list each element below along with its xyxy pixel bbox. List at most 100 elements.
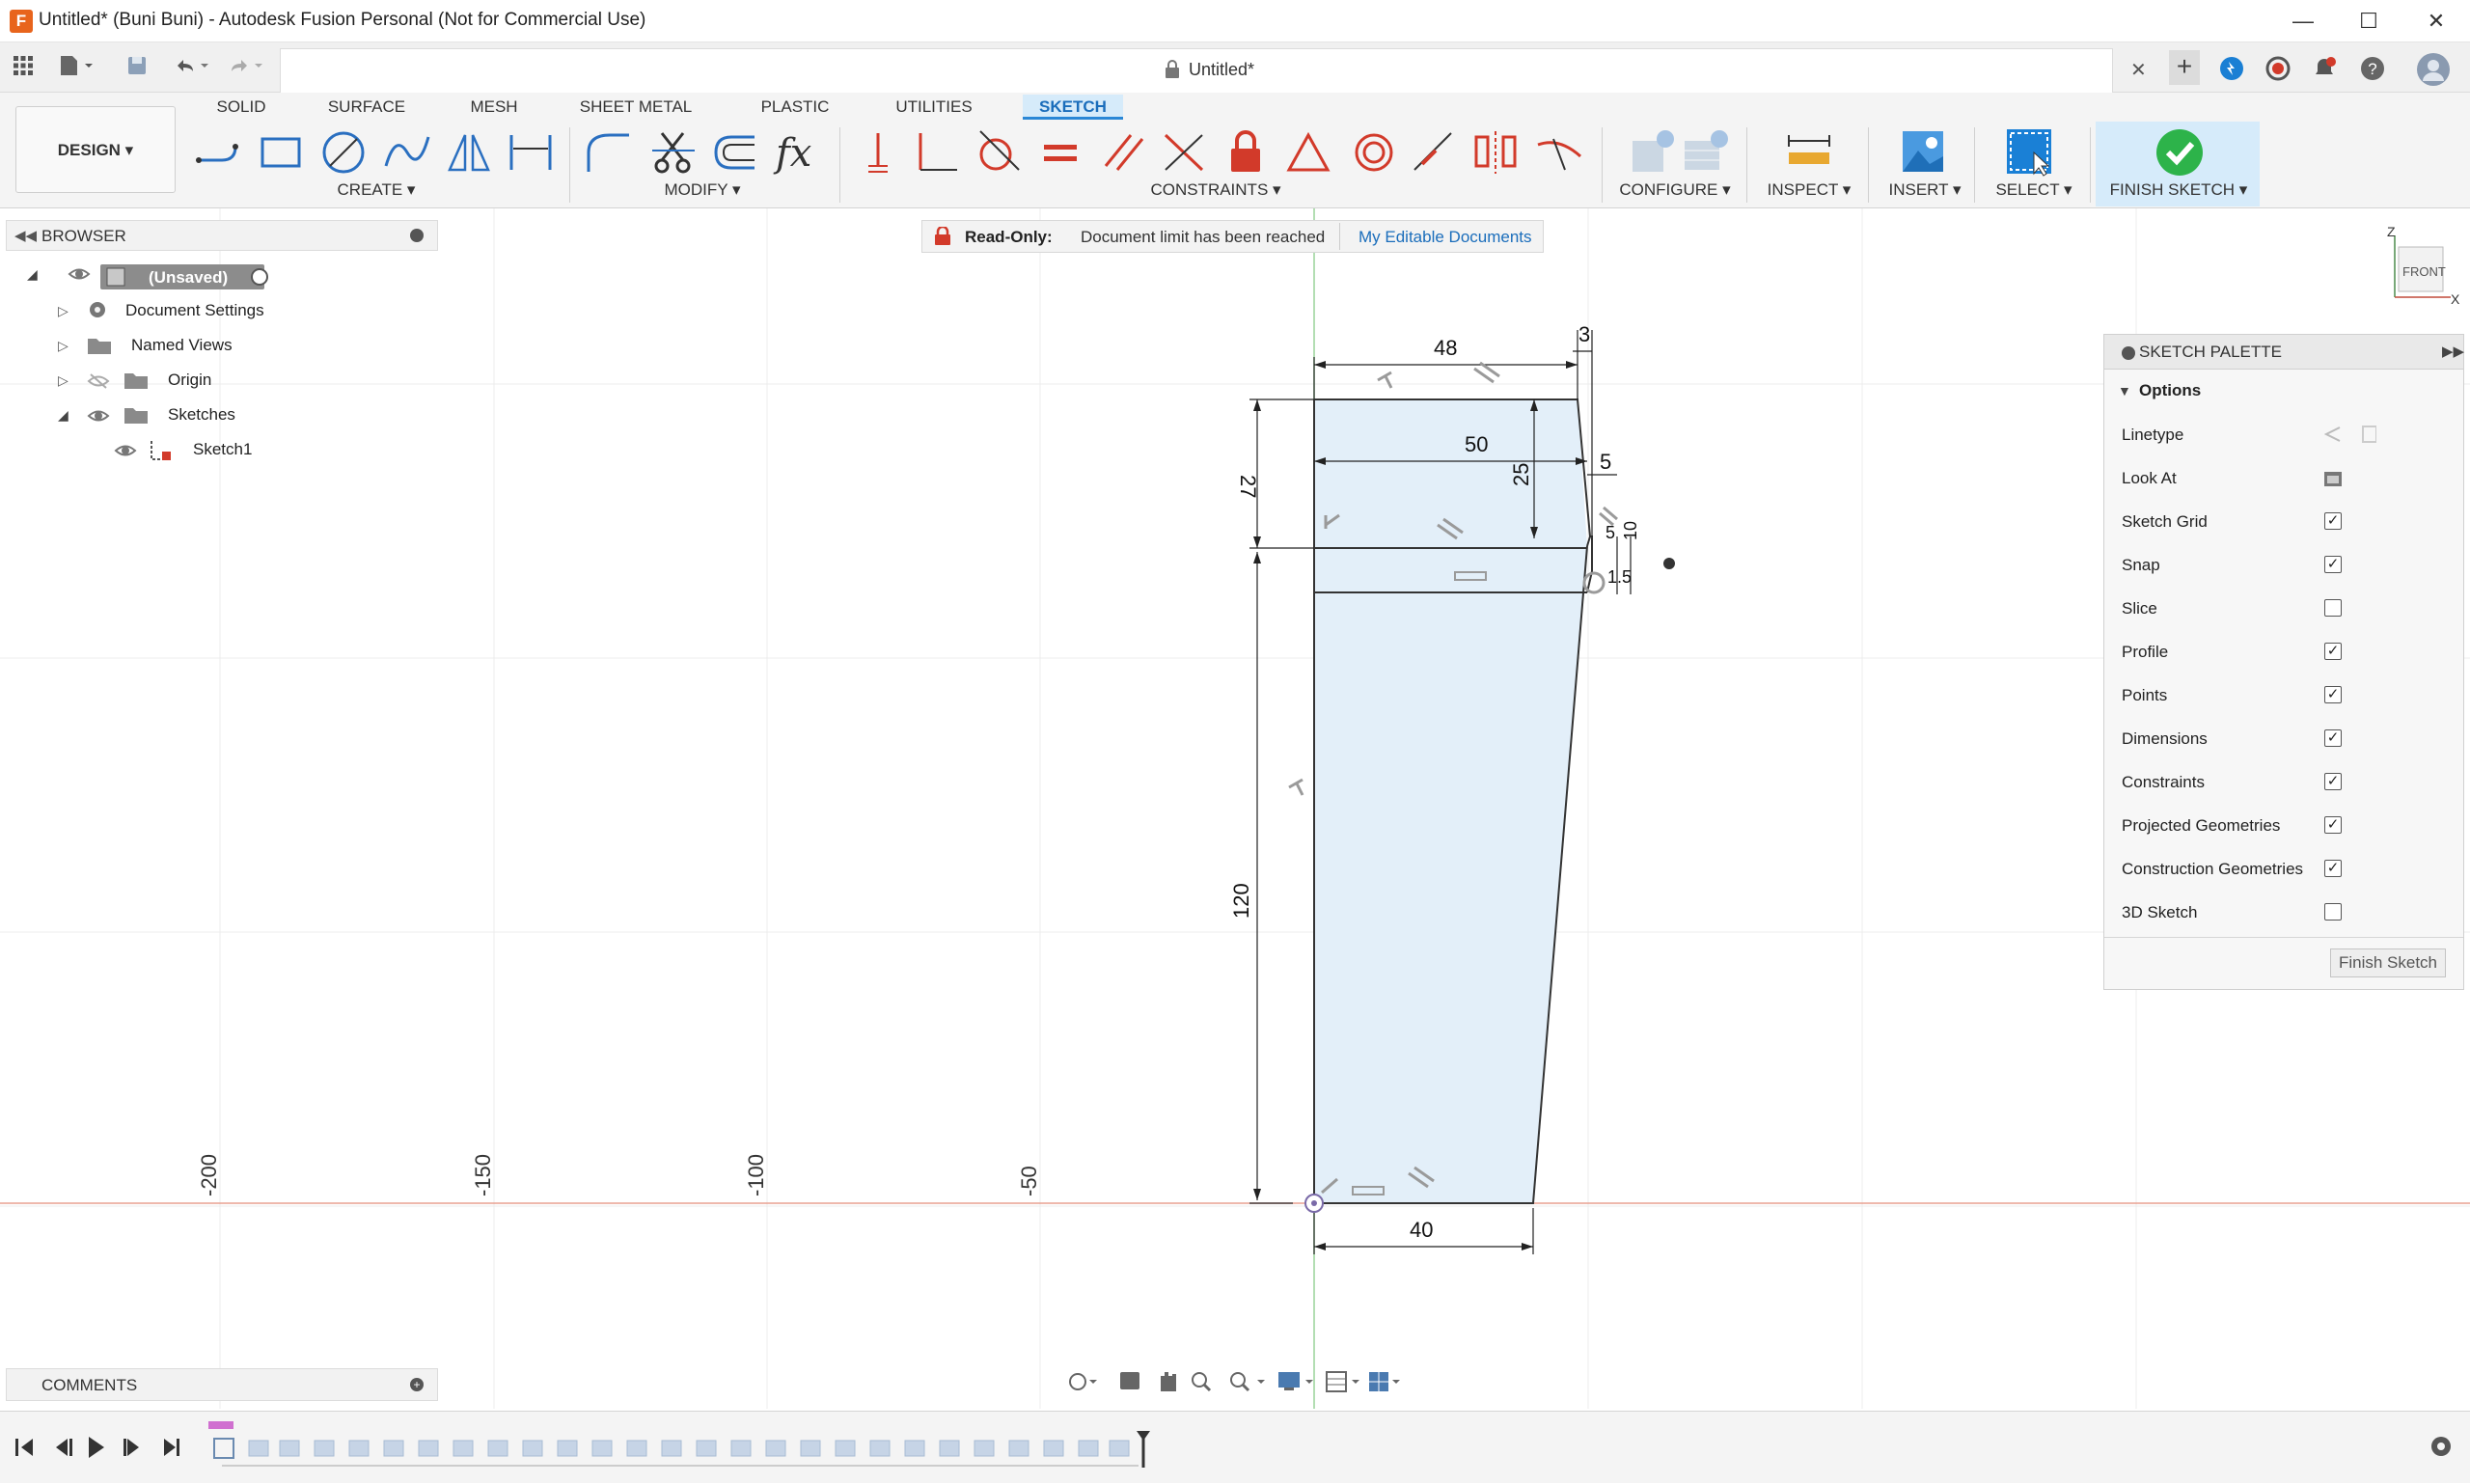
insert-menu[interactable]: INSERT ▾	[1881, 180, 1968, 200]
visibility-eye-icon[interactable]	[68, 263, 91, 289]
points-checkbox[interactable]: ✓	[2324, 686, 2342, 703]
tangent-constraint-icon[interactable]	[973, 127, 1023, 178]
finish-sketch-check-icon[interactable]	[2154, 127, 2205, 182]
sketch-palette-header[interactable]: SKETCH PALETTE ▶▶	[2104, 335, 2464, 370]
tab-sheet-metal[interactable]: SHEET METAL	[573, 95, 699, 120]
trim-tool-icon[interactable]	[648, 127, 699, 178]
maximize-button[interactable]: ☐	[2346, 6, 2391, 37]
dimension-left-top-height[interactable]: 27	[1235, 475, 1260, 498]
mirror-tool-icon[interactable]	[444, 127, 494, 178]
options-section-title[interactable]: Options	[2139, 381, 2201, 400]
collinear-constraint-icon[interactable]	[1409, 127, 1459, 178]
expand-arrow-icon[interactable]: ▷	[58, 303, 69, 319]
hidden-eye-icon[interactable]	[87, 371, 110, 397]
dimension-small-10[interactable]: 10	[1621, 521, 1641, 540]
file-menu-icon[interactable]	[58, 54, 93, 81]
symmetry-constraint-icon[interactable]	[1470, 127, 1521, 178]
expand-root-icon[interactable]: ◢	[27, 266, 38, 283]
visibility-eye-icon[interactable]	[87, 405, 110, 431]
look-at-icon[interactable]	[2322, 468, 2344, 494]
curvature-constraint-icon[interactable]	[1534, 127, 1584, 178]
design-canvas[interactable]: -200 -150 -100 -50 48 3 50 5 27 25 5 10 …	[0, 208, 2470, 1409]
spline-tool-icon[interactable]	[382, 127, 432, 178]
measure-icon[interactable]	[1785, 127, 1835, 178]
browser-panel-header[interactable]: ◀◀ BROWSER	[6, 220, 438, 251]
app-grid-icon[interactable]	[10, 54, 37, 81]
close-window-button[interactable]: ✕	[2414, 6, 2458, 37]
extensions-icon[interactable]	[2219, 56, 2244, 86]
browser-item-sketch1[interactable]: Sketch1	[193, 440, 252, 459]
browser-item-named-views[interactable]: Named Views	[131, 336, 233, 355]
profile-checkbox[interactable]: ✓	[2324, 643, 2342, 660]
fillet-tool-icon[interactable]	[583, 127, 633, 178]
tab-utilities[interactable]: UTILITIES	[884, 95, 984, 120]
dimension-mid-height[interactable]: 25	[1509, 463, 1534, 486]
job-status-icon[interactable]	[2265, 56, 2291, 86]
viewcube-front-face[interactable]: FRONT	[2402, 264, 2446, 279]
browser-item-document-settings[interactable]: Document Settings	[125, 301, 264, 320]
redo-icon[interactable]	[226, 54, 262, 81]
snap-checkbox[interactable]: ✓	[2324, 556, 2342, 573]
equal-constraint-icon[interactable]	[1036, 127, 1086, 178]
line-tool-icon[interactable]	[193, 127, 243, 178]
midpoint-constraint-icon[interactable]	[1283, 127, 1333, 178]
finish-sketch-menu[interactable]: FINISH SKETCH ▾	[2101, 180, 2256, 200]
notifications-icon[interactable]	[2312, 56, 2337, 86]
finish-sketch-button[interactable]: Finish Sketch	[2330, 948, 2446, 977]
create-menu[interactable]: CREATE ▾	[318, 180, 434, 200]
tab-surface[interactable]: SURFACE	[318, 95, 415, 120]
parameters-fx-icon[interactable]: fx	[772, 127, 822, 178]
rectangle-tool-icon[interactable]	[257, 127, 307, 178]
options-collapse-icon[interactable]: ▼	[2118, 383, 2131, 398]
document-tab-close[interactable]: ✕	[2130, 58, 2147, 82]
dimension-bottom-width[interactable]: 40	[1410, 1218, 1433, 1243]
expand-arrow-icon[interactable]: ▷	[58, 372, 69, 389]
minimize-button[interactable]: —	[2281, 6, 2325, 37]
tab-plastic[interactable]: PLASTIC	[749, 95, 841, 120]
dimensions-checkbox[interactable]: ✓	[2324, 729, 2342, 747]
user-avatar[interactable]	[2416, 52, 2451, 92]
dimension-main-height[interactable]: 120	[1229, 883, 1254, 919]
dimension-top-offset[interactable]: 3	[1578, 322, 1590, 347]
insert-image-icon[interactable]	[1899, 127, 1949, 178]
coincident-constraint-icon[interactable]	[1160, 127, 1210, 178]
tab-sketch[interactable]: SKETCH	[1023, 95, 1123, 120]
constraints-menu[interactable]: CONSTRAINTS ▾	[1148, 180, 1283, 200]
slice-checkbox[interactable]	[2324, 599, 2342, 617]
tab-mesh[interactable]: MESH	[455, 95, 533, 120]
circle-tool-icon[interactable]	[318, 127, 369, 178]
new-tab-button[interactable]: +	[2169, 50, 2200, 85]
help-icon[interactable]: ?	[2360, 56, 2385, 86]
expand-arrow-icon[interactable]: ▷	[58, 338, 69, 354]
browser-pin-icon[interactable]	[410, 229, 424, 242]
save-icon[interactable]	[124, 54, 151, 81]
3d-sketch-checkbox[interactable]	[2324, 903, 2342, 921]
collapse-browser-icon[interactable]: ◀◀	[14, 227, 37, 244]
select-window-icon[interactable]	[2005, 127, 2055, 178]
add-comment-icon[interactable]: +	[410, 1378, 424, 1391]
sketch-grid-checkbox[interactable]: ✓	[2324, 512, 2342, 530]
configure-table-icon[interactable]	[1681, 127, 1731, 178]
projected-geometries-checkbox[interactable]: ✓	[2324, 816, 2342, 834]
lock-constraint-icon[interactable]	[1221, 127, 1272, 178]
expand-palette-icon[interactable]: ▶▶	[2442, 343, 2464, 360]
constraints-checkbox[interactable]: ✓	[2324, 773, 2342, 790]
fix-constraint-icon[interactable]	[853, 127, 903, 178]
dimension-top-width[interactable]: 48	[1434, 336, 1457, 361]
dimension-step[interactable]: 5	[1600, 450, 1611, 475]
inspect-menu[interactable]: INSPECT ▾	[1756, 180, 1862, 200]
dimension-small-15[interactable]: 1.5	[1607, 567, 1632, 588]
perpendicular-constraint-icon[interactable]	[911, 127, 961, 178]
browser-item-origin[interactable]: Origin	[168, 371, 211, 390]
sketch-viewport[interactable]	[0, 208, 2470, 1409]
collapse-arrow-icon[interactable]: ◢	[58, 407, 69, 424]
visibility-eye-icon[interactable]	[114, 440, 137, 466]
configure-menu[interactable]: CONFIGURE ▾	[1617, 180, 1733, 200]
workspace-switcher[interactable]: DESIGN ▾	[15, 106, 176, 193]
offset-tool-icon[interactable]	[710, 127, 760, 178]
modify-menu[interactable]: MODIFY ▾	[645, 180, 760, 200]
select-menu[interactable]: SELECT ▾	[1986, 180, 2082, 200]
construction-geometries-checkbox[interactable]: ✓	[2324, 860, 2342, 877]
configure-rule-icon[interactable]	[1629, 127, 1679, 178]
my-editable-documents-link[interactable]: My Editable Documents	[1358, 228, 1532, 247]
